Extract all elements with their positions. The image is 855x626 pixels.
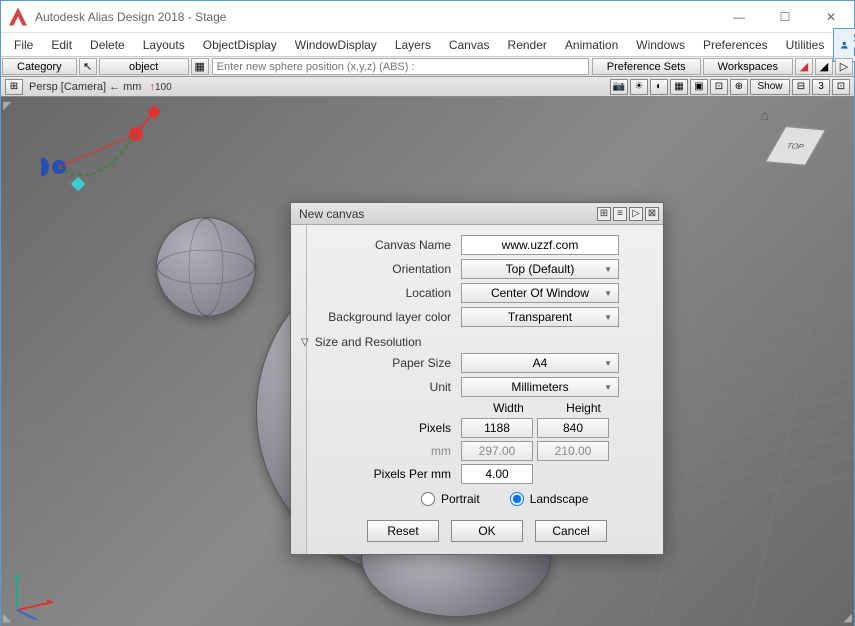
dialog-titlebar[interactable]: New canvas ⊞ ≡ ▷ ⊠ (291, 203, 663, 225)
home-icon[interactable]: ⌂ (761, 107, 769, 123)
preference-sets-button[interactable]: Preference Sets (592, 58, 701, 75)
menu-objectdisplay[interactable]: ObjectDisplay (194, 35, 286, 55)
papersize-dropdown[interactable]: A4 (461, 353, 619, 373)
corner-nw-icon[interactable]: ◤ (3, 99, 11, 112)
orientation-label: Orientation (321, 262, 461, 276)
menu-windows[interactable]: Windows (627, 35, 694, 55)
command-toolbar: Category ↖ object ▦ Preference Sets Work… (1, 57, 854, 77)
orientation-dropdown[interactable]: Top (Default) (461, 259, 619, 279)
app-logo-icon (9, 8, 27, 26)
axis-up-icon: ↑100 (149, 81, 171, 93)
menu-edit[interactable]: Edit (42, 35, 81, 55)
maximize-button[interactable]: ☐ (762, 1, 808, 33)
axis-triad-icon (7, 560, 67, 620)
axis-x-end-icon[interactable] (41, 158, 49, 176)
unit-label: Unit (321, 380, 461, 394)
person-icon (840, 39, 849, 51)
3d-viewport[interactable]: ⌂ TOP ◤ ◣ ◢ New canvas ⊞ ≡ ▷ ⊠ Canvas Na… (1, 97, 854, 626)
location-label: Location (321, 286, 461, 300)
pointer-icon[interactable]: ↖ (79, 58, 97, 75)
collapse-arrow-icon: ▽ (301, 337, 309, 348)
ppm-field[interactable]: 4.00 (461, 464, 533, 484)
unit-dropdown[interactable]: Millimeters (461, 377, 619, 397)
canvas-name-input[interactable] (461, 235, 619, 255)
vp-sel-icon[interactable]: ▣ (690, 79, 708, 95)
papersize-label: Paper Size (321, 356, 461, 370)
mm-height-field[interactable]: 210.00 (537, 441, 609, 461)
manipulator-gizmo[interactable] (41, 99, 211, 219)
minimize-button[interactable]: — (716, 1, 762, 33)
vp-frame-icon[interactable]: ⊡ (710, 79, 728, 95)
menu-canvas[interactable]: Canvas (440, 35, 499, 55)
window-titlebar: Autodesk Alias Design 2018 - Stage — ☐ ✕ (1, 1, 854, 33)
pixels-label: Pixels (321, 421, 461, 435)
height-header: Height (546, 401, 621, 415)
corner-sw-icon[interactable]: ◣ (3, 611, 11, 624)
vp-max-icon[interactable]: ⊡ (832, 79, 850, 95)
menu-layers[interactable]: Layers (386, 35, 440, 55)
vp-camera-icon[interactable]: 📷 (610, 79, 628, 95)
dialog-close-icon[interactable]: ⊠ (645, 207, 659, 221)
dialog-play-icon[interactable]: ▷ (629, 207, 643, 221)
bgcolor-dropdown[interactable]: Transparent (461, 307, 619, 327)
menu-utilities[interactable]: Utilities (777, 35, 834, 55)
pixels-width-field[interactable]: 1188 (461, 418, 533, 438)
show-button[interactable]: Show (750, 79, 790, 95)
ppm-label: Pixels Per mm (321, 467, 461, 481)
layout-icon[interactable]: ⊞ (5, 79, 23, 95)
vp-grid-icon[interactable]: ▦ (670, 79, 688, 95)
canvas-name-label: Canvas Name (321, 238, 461, 252)
command-input[interactable] (212, 58, 589, 75)
window-title: Autodesk Alias Design 2018 - Stage (35, 10, 716, 24)
width-header: Width (471, 401, 546, 415)
menu-file[interactable]: File (5, 35, 42, 55)
dialog-pin-icon[interactable]: ⊞ (597, 207, 611, 221)
landscape-radio[interactable]: Landscape (510, 492, 589, 506)
pin-red-icon[interactable]: ◢ (795, 58, 813, 75)
vp-layout2-icon[interactable]: ⊟ (792, 79, 810, 95)
sphere-small[interactable] (156, 217, 256, 317)
menu-layouts[interactable]: Layouts (134, 35, 194, 55)
axis-z-handle-icon[interactable] (71, 177, 85, 191)
workspaces-button[interactable]: Workspaces (703, 58, 793, 75)
camera-label: Persp [Camera] ← mm (29, 81, 141, 93)
vp-light-icon[interactable]: ☀ (630, 79, 648, 95)
new-canvas-dialog: New canvas ⊞ ≡ ▷ ⊠ Canvas Name Orientati… (290, 202, 664, 555)
signin-button[interactable]: Sign In ▼ (833, 28, 855, 62)
corner-se-icon[interactable]: ◢ (844, 611, 852, 624)
menu-windowdisplay[interactable]: WindowDisplay (286, 35, 386, 55)
cancel-button[interactable]: Cancel (535, 520, 607, 542)
size-section-header[interactable]: ▽ Size and Resolution (301, 335, 653, 349)
prompt-icon: ▦ (191, 58, 209, 75)
dialog-title: New canvas (299, 207, 595, 221)
bgcolor-label: Background layer color (321, 310, 461, 324)
reset-button[interactable]: Reset (367, 520, 439, 542)
vp-target-icon[interactable]: ⊕ (730, 79, 748, 95)
object-button[interactable]: object (99, 58, 189, 75)
vp-shade-icon[interactable]: ◐ (650, 79, 668, 95)
vp-number[interactable]: 3 (812, 79, 830, 95)
dialog-list-icon[interactable]: ≡ (613, 207, 627, 221)
menu-animation[interactable]: Animation (556, 35, 627, 55)
location-dropdown[interactable]: Center Of Window (461, 283, 619, 303)
menu-render[interactable]: Render (499, 35, 556, 55)
menu-preferences[interactable]: Preferences (694, 35, 777, 55)
axis-arc-icon (59, 134, 136, 175)
overflow-icon[interactable]: ▷ (835, 58, 853, 75)
pixels-height-field[interactable]: 840 (537, 418, 609, 438)
mm-label: mm (321, 444, 461, 458)
category-button[interactable]: Category (2, 58, 77, 75)
menu-bar: File Edit Delete Layouts ObjectDisplay W… (1, 33, 854, 57)
viewport-header: ⊞ Persp [Camera] ← mm ↑100 📷 ☀ ◐ ▦ ▣ ⊡ ⊕… (1, 77, 854, 97)
menu-delete[interactable]: Delete (81, 35, 134, 55)
portrait-radio[interactable]: Portrait (421, 492, 480, 506)
mm-width-field[interactable]: 297.00 (461, 441, 533, 461)
ok-button[interactable]: OK (451, 520, 523, 542)
pin-icon[interactable]: ◢ (815, 58, 833, 75)
